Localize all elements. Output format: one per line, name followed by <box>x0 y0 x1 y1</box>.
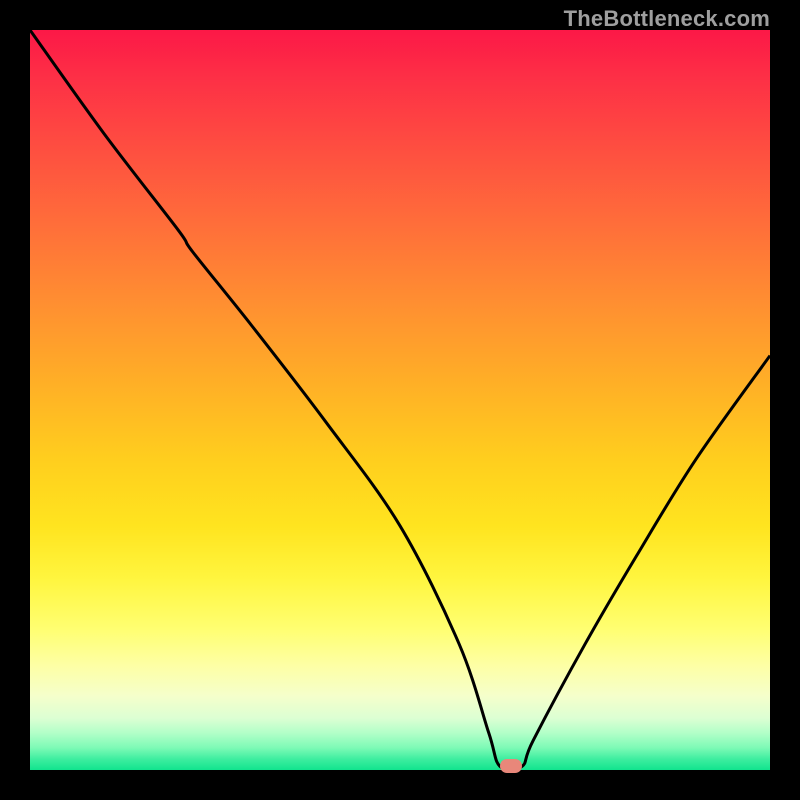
chart-container: TheBottleneck.com <box>0 0 800 800</box>
attribution-text: TheBottleneck.com <box>564 6 770 32</box>
curve-svg <box>30 30 770 770</box>
plot-area <box>30 30 770 770</box>
bottleneck-curve <box>30 30 770 770</box>
